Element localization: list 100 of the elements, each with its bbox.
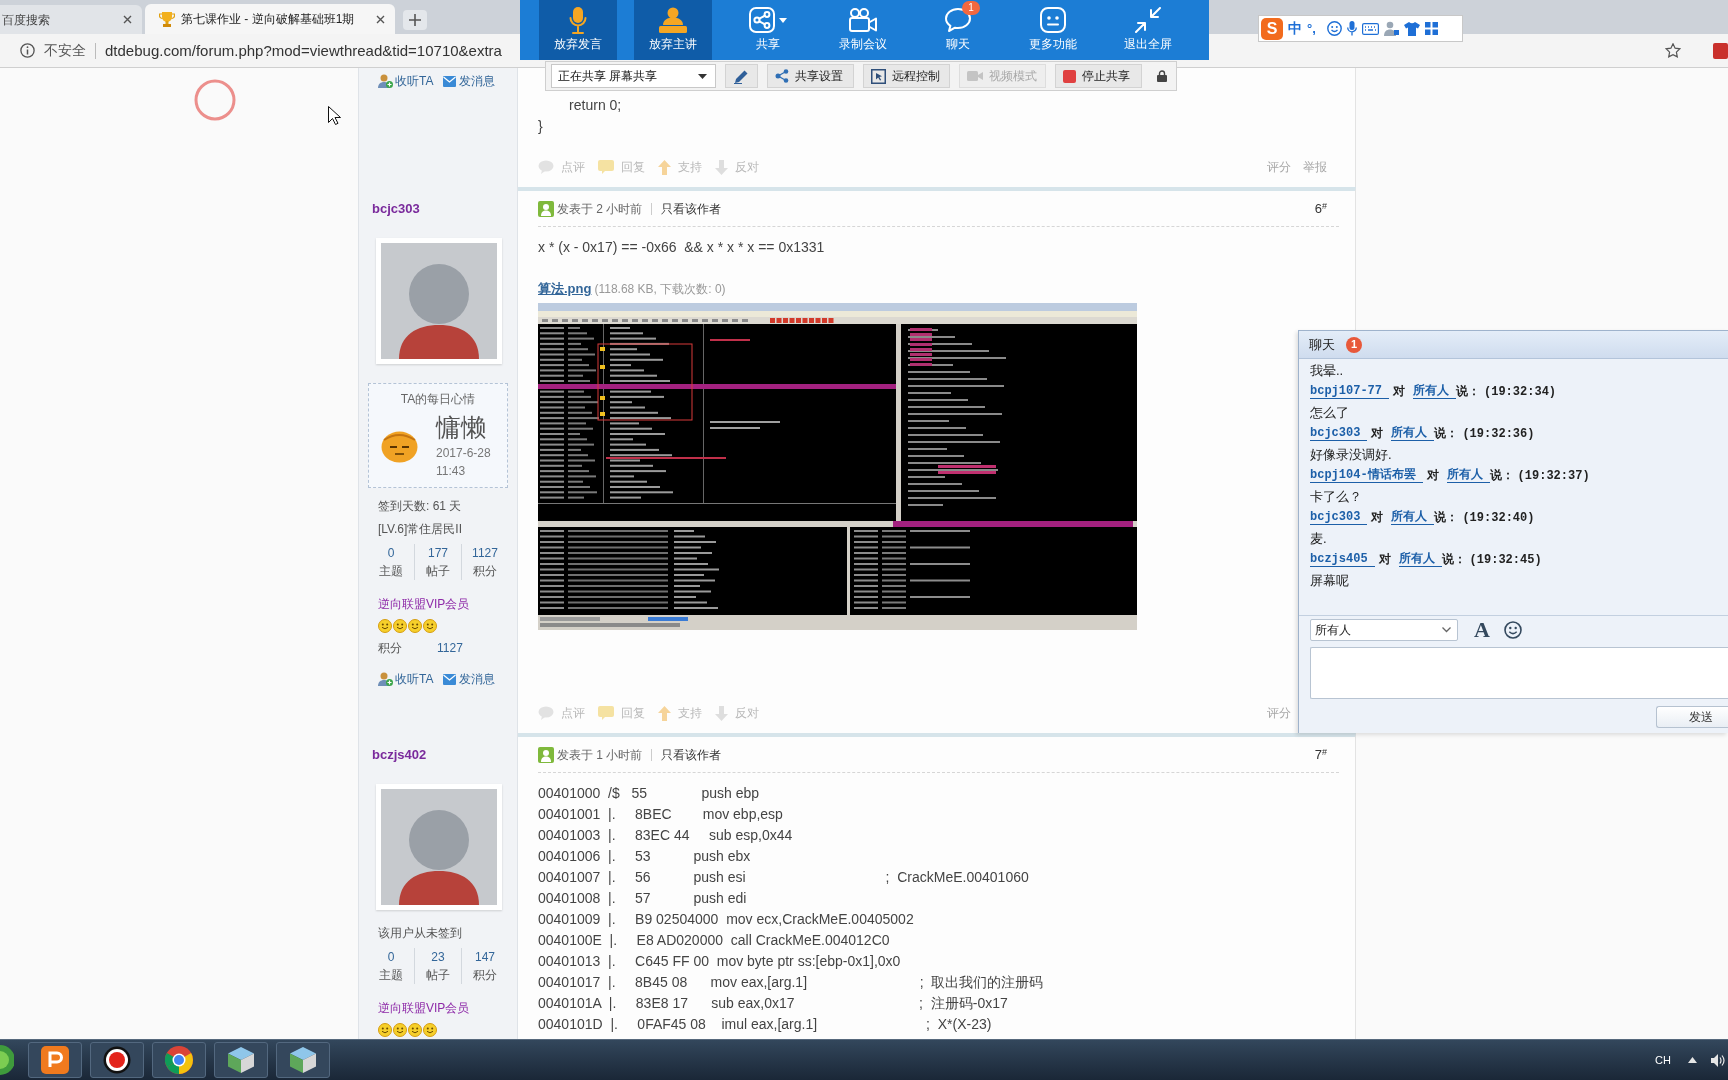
- stat-value[interactable]: 0: [387, 544, 395, 562]
- speech-bubble-icon: [538, 706, 554, 720]
- toolbar-button[interactable]: 录制会议: [824, 0, 902, 60]
- close-icon[interactable]: [123, 15, 132, 24]
- star-icon[interactable]: [1665, 43, 1681, 58]
- attachment-link[interactable]: 算法.png: [538, 279, 592, 299]
- stat-label: 帖子: [426, 967, 450, 984]
- envelope-icon: [443, 75, 457, 87]
- author-name[interactable]: bcjc303: [372, 199, 517, 219]
- code-line: 00401013 |. C645 FF 00 mov byte ptr ss:[ebp-0x1],0x0: [538, 952, 902, 971]
- stat-label: 积分: [473, 967, 497, 984]
- message-input[interactable]: [1310, 647, 1728, 699]
- taskbar-button[interactable]: [28, 1042, 82, 1078]
- share-bar-button[interactable]: 停止共享: [1055, 64, 1142, 88]
- speaker-icon[interactable]: [1711, 1053, 1725, 1067]
- browser-tab[interactable]: 第七课作业 - 逆向破解基础班1期: [145, 4, 395, 34]
- chevron-up-icon[interactable]: [1688, 1057, 1697, 1063]
- recipient-link[interactable]: 所有人: [1413, 384, 1456, 399]
- shirt-icon[interactable]: [1403, 21, 1420, 36]
- stat-value[interactable]: 1127: [472, 544, 498, 562]
- smiley-icon: [393, 1023, 407, 1037]
- recipient-link[interactable]: 所有人: [1398, 552, 1442, 567]
- toolbar-button[interactable]: 更多功能: [1014, 0, 1092, 60]
- stat-value[interactable]: 177: [428, 544, 448, 562]
- arrow-down-icon: [715, 705, 728, 721]
- keyboard-icon[interactable]: [1361, 22, 1379, 35]
- send-button[interactable]: 发送: [1656, 706, 1728, 728]
- profile-link[interactable]: 发消息: [443, 670, 496, 688]
- smiley-icon[interactable]: [1326, 21, 1342, 36]
- points-label: 积分: [378, 640, 402, 657]
- code-line: 00401003 |. 83EC 44 sub esp,0x44: [538, 826, 794, 845]
- record-icon: [103, 1046, 131, 1074]
- start-button-icon[interactable]: [0, 1045, 14, 1075]
- recipient-link[interactable]: 所有人: [1391, 426, 1435, 441]
- share-mode-select[interactable]: 正在共享 屏幕共享: [551, 64, 716, 88]
- person-icon[interactable]: [1383, 21, 1399, 36]
- stat-value[interactable]: 0: [387, 948, 395, 966]
- cursor-icon: [328, 106, 341, 125]
- language-indicator[interactable]: CH: [1655, 1051, 1671, 1069]
- punctuation-toggle[interactable]: °,: [1307, 18, 1316, 39]
- author-name[interactable]: bczjs402: [372, 745, 517, 765]
- share-bar-button[interactable]: 共享设置: [767, 64, 854, 88]
- share-bar-button[interactable]: 远程控制: [863, 64, 950, 88]
- remote-control-icon: [871, 68, 886, 84]
- notification-badge: 1: [962, 1, 980, 15]
- taskbar-button[interactable]: [276, 1042, 330, 1078]
- close-icon[interactable]: [376, 14, 385, 24]
- user-group[interactable]: 逆向联盟VIP会员: [378, 594, 517, 614]
- sender-link[interactable]: bczjs405: [1310, 552, 1375, 567]
- points-value[interactable]: 1127: [437, 639, 463, 657]
- ime-logo[interactable]: S: [1261, 17, 1283, 40]
- toolbar-button[interactable]: 退出全屏: [1109, 0, 1187, 60]
- taskbar-button[interactable]: [214, 1042, 268, 1078]
- chat-verb: 说：: [1434, 425, 1459, 443]
- smiley-icon[interactable]: [1503, 621, 1522, 639]
- toolbar-button[interactable]: 放弃发言: [539, 0, 617, 60]
- sender-link[interactable]: bcpj107-77: [1310, 384, 1389, 399]
- security-label[interactable]: 不安全: [44, 40, 86, 61]
- extension-icon[interactable]: [1713, 42, 1728, 59]
- comment-icon: [598, 706, 614, 720]
- grid-icon[interactable]: [1424, 22, 1438, 35]
- stat-value[interactable]: 23: [431, 948, 445, 966]
- pen-button[interactable]: [725, 64, 758, 88]
- browser-tab[interactable]: 百度搜索: [0, 5, 142, 34]
- user-group[interactable]: 逆向联盟VIP会员: [378, 998, 517, 1018]
- recipient-link[interactable]: 所有人: [1446, 468, 1490, 483]
- taskbar-button[interactable]: [90, 1042, 144, 1078]
- chat-timestamp: (19:32:34): [1484, 383, 1557, 401]
- recipient-select[interactable]: 所有人: [1310, 619, 1458, 641]
- toolbar-button[interactable]: 放弃主讲: [634, 0, 712, 60]
- author-filter-link[interactable]: 只看该作者: [661, 200, 722, 218]
- chat-message: 我晕..: [1310, 362, 1345, 380]
- microphone-icon[interactable]: [1346, 21, 1357, 36]
- chat-message: 怎么了: [1310, 404, 1350, 422]
- input-mode-toggle[interactable]: 中: [1288, 18, 1302, 39]
- author-filter-link[interactable]: 只看该作者: [661, 746, 722, 764]
- floor-number[interactable]: 7$^{#}$: [1314, 745, 1327, 765]
- code-line: 00401008 |. 57 push edi: [538, 889, 748, 908]
- chat-connector: 对: [1378, 551, 1391, 569]
- arrow-up-icon: [658, 705, 671, 721]
- profile-link[interactable]: 收听TA: [378, 72, 434, 90]
- sender-link[interactable]: bcjc303: [1310, 510, 1368, 525]
- toolbar-button[interactable]: 共享: [729, 0, 807, 60]
- taskbar-button[interactable]: [152, 1042, 206, 1078]
- chat-message: 麦.: [1310, 530, 1328, 548]
- info-icon[interactable]: [20, 43, 35, 58]
- stat-value[interactable]: 147: [475, 948, 495, 966]
- toolbar-button[interactable]: 1 聊天: [919, 0, 997, 60]
- code-line: 00401009 |. B9 02504000 mov ecx,CrackMeE.00405002: [538, 910, 915, 929]
- chat-verb: 说：: [1441, 551, 1466, 569]
- new-tab-button[interactable]: [403, 10, 427, 30]
- sender-link[interactable]: bcjc303: [1310, 426, 1368, 441]
- floor-number[interactable]: 6$^{#}$: [1314, 199, 1327, 219]
- font-button[interactable]: A: [1474, 619, 1490, 641]
- sender-link[interactable]: bcpj104-情话布罢: [1310, 468, 1423, 483]
- smiley-icon: [423, 1023, 437, 1037]
- profile-link[interactable]: 发消息: [443, 72, 496, 90]
- recipient-link[interactable]: 所有人: [1391, 510, 1435, 525]
- profile-link[interactable]: 收听TA: [378, 670, 434, 688]
- url-text[interactable]: dtdebug.com/forum.php?mod=viewthread&tid=10710&extra: [105, 41, 502, 60]
